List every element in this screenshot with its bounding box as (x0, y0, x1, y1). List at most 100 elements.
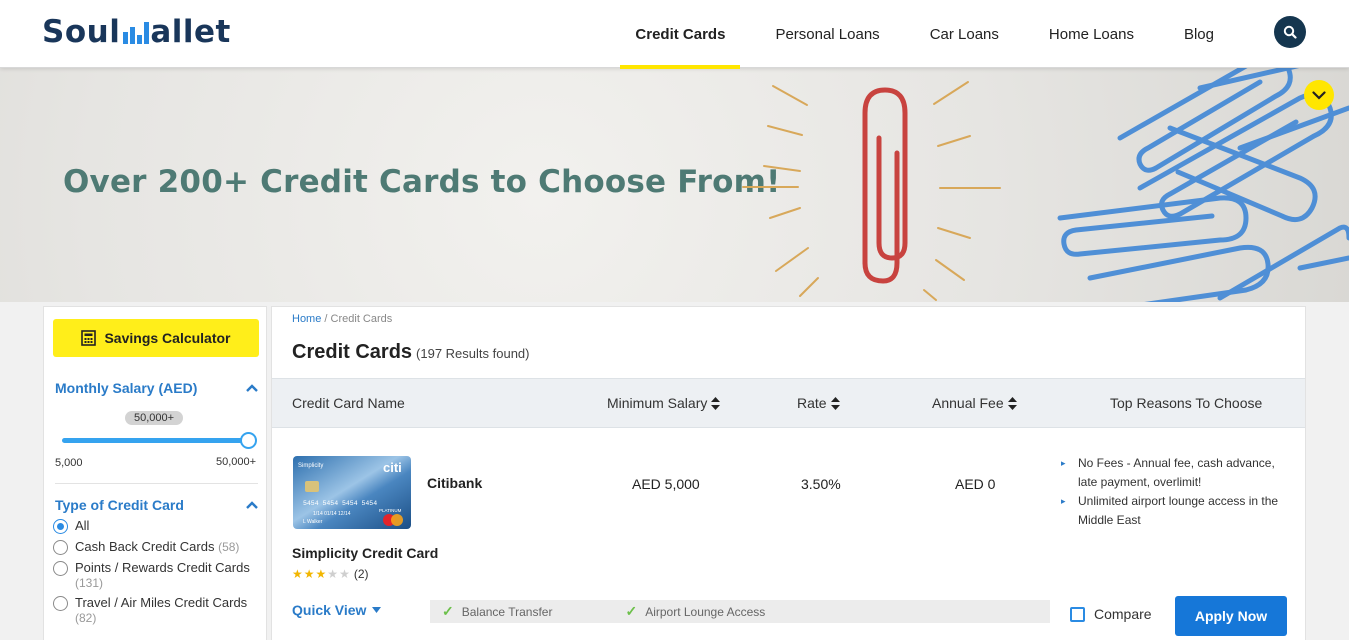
option-text: Cash Back Credit Cards (75, 539, 215, 554)
chevron-up-icon[interactable] (246, 384, 258, 392)
radio-all[interactable] (53, 519, 68, 534)
card-type-option-travel[interactable]: Travel / Air Miles Credit Cards (82) (53, 595, 259, 625)
card-type-filter-header[interactable]: Type of Credit Card (55, 497, 258, 513)
salary-filter-title: Monthly Salary (AED) (55, 380, 198, 396)
sort-icon (711, 396, 721, 410)
card-type-option-rewards[interactable]: Points / Rewards Credit Cards (131) (53, 560, 259, 590)
card-number: 5454 5454 5454 5454 (303, 500, 377, 507)
savings-calculator-label: Savings Calculator (104, 330, 231, 346)
column-top-reasons: Top Reasons To Choose (1110, 379, 1262, 427)
check-icon: ✓ (442, 603, 454, 619)
star-icon: ★ (327, 567, 339, 581)
sort-icon (830, 396, 840, 410)
nav-blog[interactable]: Blog (1159, 0, 1239, 68)
breadcrumb-current: Credit Cards (330, 313, 393, 325)
star-icon: ★ (339, 567, 350, 581)
table-row: Simplicity citi 5454 5454 5454 5454 1/14… (272, 429, 1305, 640)
search-button[interactable] (1274, 16, 1306, 48)
nav-car-loans[interactable]: Car Loans (905, 0, 1024, 68)
nav-credit-cards[interactable]: Credit Cards (610, 0, 750, 69)
card-holder: L Walker (303, 519, 323, 525)
radio-rewards[interactable] (53, 561, 68, 576)
card-tier: PLATINUM (379, 508, 402, 513)
quick-view-label: Quick View (292, 602, 367, 618)
card-type-option-cash-back[interactable]: Cash Back Credit Cards (58) (53, 539, 259, 555)
compare-label: Compare (1094, 606, 1152, 622)
review-count: (2) (353, 567, 369, 581)
annual-fee-value: AED 0 (955, 476, 996, 492)
column-card-name: Credit Card Name (292, 379, 405, 427)
salary-filter-header[interactable]: Monthly Salary (AED) (55, 380, 258, 396)
savings-calculator-button[interactable]: Savings Calculator (53, 319, 259, 357)
card-type-option-label: Travel / Air Miles Credit Cards (82) (75, 595, 247, 625)
nav-personal-loans[interactable]: Personal Loans (750, 0, 904, 68)
reason-item: Unlimited airport lounge access in the M… (1061, 492, 1291, 530)
salary-max-label: 50,000+ (216, 456, 257, 468)
option-text: Travel / Air Miles Credit Cards (75, 595, 248, 610)
radio-cash-back[interactable] (53, 540, 68, 555)
rate-value: 3.50% (801, 476, 841, 492)
filter-sidebar: Savings Calculator Monthly Salary (AED) … (43, 306, 267, 640)
hero-banner: Over 200+ Credit Cards to Choose From! (0, 68, 1349, 302)
feature-label: Airport Lounge Access (645, 604, 766, 619)
caret-down-icon (372, 607, 382, 613)
logo-bars-icon (123, 20, 150, 44)
star-icon: ★ (303, 567, 315, 581)
logo-text-soul: Soul (42, 14, 121, 50)
nav-home-loans[interactable]: Home Loans (1024, 0, 1159, 68)
soulwallet-logo[interactable]: Soul allet (42, 12, 231, 52)
feature-balance-transfer: ✓ Balance Transfer (442, 603, 552, 620)
column-minimum-salary-label: Minimum Salary (607, 395, 708, 411)
card-brand-small: Simplicity (298, 463, 323, 469)
breadcrumb-home[interactable]: Home (292, 313, 321, 325)
option-count: (131) (75, 576, 104, 590)
card-brand: citi (383, 460, 402, 475)
search-icon (1283, 25, 1297, 39)
card-type-option-label: Cash Back Credit Cards (58) (75, 539, 239, 554)
filter-divider (55, 483, 258, 484)
paperclip-illustration (742, 68, 1349, 302)
results-count: (197 Results found) (416, 346, 530, 361)
column-card-name-label: Credit Card Name (292, 395, 405, 411)
compare-checkbox[interactable] (1070, 606, 1085, 622)
salary-slider-track[interactable] (62, 438, 249, 443)
column-minimum-salary[interactable]: Minimum Salary (607, 379, 721, 427)
logo-text-allet: allet (150, 14, 231, 50)
option-text: Points / Rewards Credit Cards (75, 560, 250, 575)
column-rate[interactable]: Rate (797, 379, 840, 427)
check-icon: ✓ (625, 603, 638, 619)
collapse-banner-button[interactable] (1304, 80, 1334, 110)
card-type-option-label: All (75, 518, 90, 533)
minimum-salary-value: AED 5,000 (632, 476, 700, 492)
salary-min-label: 5,000 (55, 457, 83, 469)
compare-toggle[interactable]: Compare (1070, 606, 1152, 622)
card-type-option-all[interactable]: All (53, 518, 259, 534)
radio-travel[interactable] (53, 596, 68, 611)
chevron-down-icon (1312, 90, 1326, 100)
apply-now-button[interactable]: Apply Now (1175, 596, 1287, 636)
feature-airport-lounge: ✓ Airport Lounge Access (625, 603, 765, 620)
star-icon: ★ (292, 567, 303, 581)
card-type-options: All Cash Back Credit Cards (58) Points /… (53, 518, 259, 630)
sort-icon (1007, 396, 1017, 410)
main-nav: Credit Cards Personal Loans Car Loans Ho… (610, 0, 1239, 69)
breadcrumb-separator: / (324, 313, 328, 325)
star-icon: ★ (315, 567, 327, 581)
star-rating: ★ ★ ★ ★ ★ (2) (292, 567, 369, 581)
site-header: Soul allet Credit Cards Personal Loans C… (0, 0, 1349, 69)
card-type-option-label: Points / Rewards Credit Cards (131) (75, 560, 250, 590)
salary-slider-handle[interactable] (240, 432, 257, 449)
bank-name: Citibank (427, 475, 483, 491)
column-annual-fee[interactable]: Annual Fee (932, 379, 1017, 427)
reason-item: No Fees - Annual fee, cash advance, late… (1061, 454, 1291, 492)
card-expiry: 1/14 01/14 12/14 (313, 511, 351, 517)
page-title-text: Credit Cards (292, 341, 413, 363)
column-top-reasons-label: Top Reasons To Choose (1110, 395, 1263, 411)
feature-tags: ✓ Balance Transfer ✓ Airport Lounge Acce… (430, 600, 1050, 623)
salary-value-bubble: 50,000+ (125, 411, 184, 425)
quick-view-toggle[interactable]: Quick View (292, 602, 382, 618)
calculator-icon (81, 330, 97, 346)
credit-card-image[interactable]: Simplicity citi 5454 5454 5454 5454 1/14… (293, 456, 411, 529)
card-name-link[interactable]: Simplicity Credit Card (292, 545, 438, 561)
chevron-up-icon[interactable] (246, 501, 258, 509)
